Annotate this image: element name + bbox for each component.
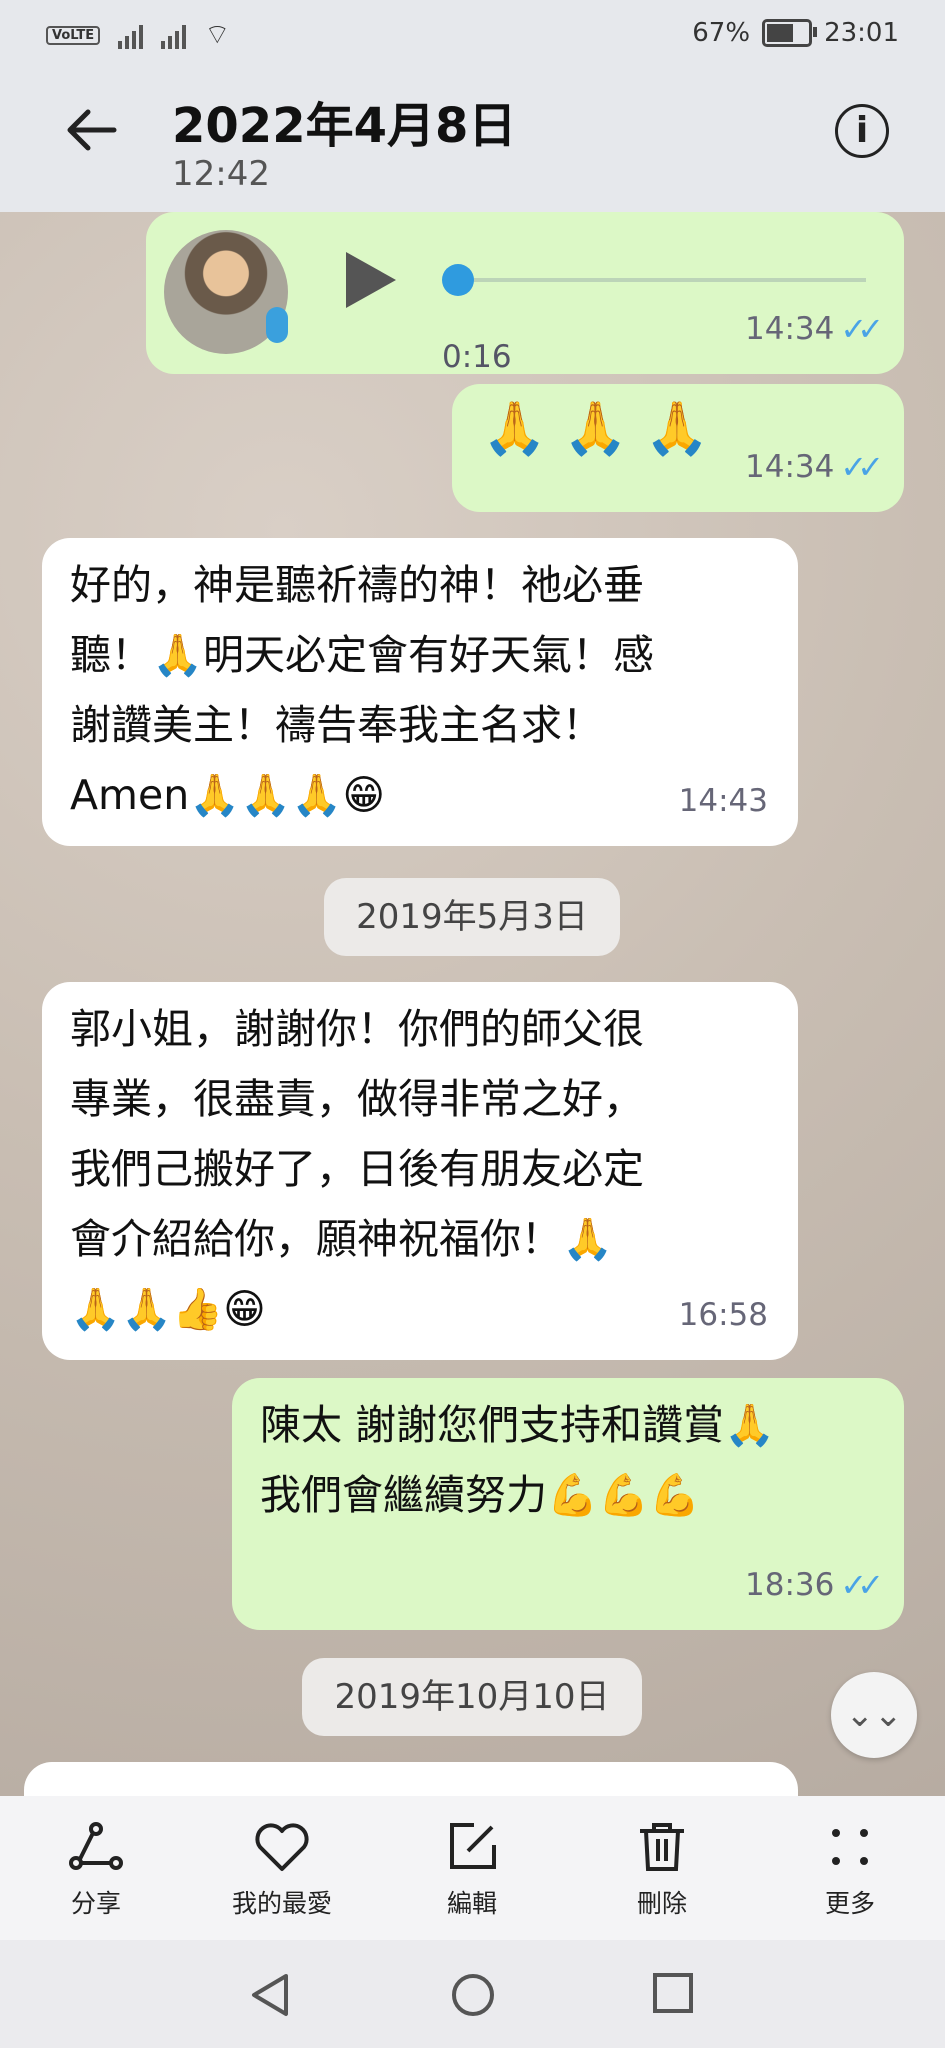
status-bar: VoLTE ⌔ 67% 23:01 <box>0 0 945 66</box>
nav-recents-icon[interactable] <box>652 1972 694 2014</box>
message-line: 陳太 謝謝您們支持和讚賞🙏 <box>260 1401 776 1449</box>
more-icon <box>780 1814 920 1880</box>
nav-back-icon[interactable] <box>248 1972 292 2018</box>
share-icon <box>26 1814 166 1880</box>
voice-duration: 0:16 <box>442 339 512 375</box>
action-label: 刪除 <box>636 1889 687 1918</box>
wifi-icon: ⌔ <box>204 18 231 51</box>
back-arrow-icon[interactable] <box>62 100 122 160</box>
message-line: 聽！🙏明天必定會有好天氣！感 <box>70 631 655 679</box>
header-subtitle: 12:42 <box>172 154 270 194</box>
message-line: 郭小姐，謝謝你！你們的師父很 <box>70 1005 644 1053</box>
message-time: 16:58 <box>679 1280 768 1350</box>
action-bar: 分享 我的最愛 編輯 刪除 更多 <box>0 1796 945 1940</box>
read-ticks-icon: ✓✓ <box>840 310 884 348</box>
trash-icon <box>592 1814 732 1880</box>
message-line: 我們會繼續努力💪💪💪 <box>260 1471 701 1519</box>
battery-percent: 67% <box>692 18 751 48</box>
chat-header: 2022年4月8日 12:42 i <box>0 66 945 212</box>
message-time: 14:34 ✓✓ <box>745 432 884 502</box>
mic-icon <box>266 307 288 343</box>
volte-badge: VoLTE <box>46 26 101 45</box>
read-ticks-icon: ✓✓ <box>840 448 884 486</box>
edit-button[interactable]: 編輯 <box>402 1814 542 1920</box>
status-right: 67% 23:01 <box>692 18 899 48</box>
message-time: 14:43 <box>679 766 768 836</box>
message-line: 好的，神是聽祈禱的神！祂必垂 <box>70 561 644 609</box>
message-bubble-partial[interactable] <box>24 1762 798 1796</box>
voice-message[interactable]: 0:16 14:34 ✓✓ <box>146 212 904 375</box>
message-line: Amen🙏🙏🙏😁 <box>70 771 386 819</box>
play-icon[interactable] <box>346 252 396 308</box>
chat-area: 0:16 14:34 ✓✓ 🙏 🙏 🙏 14:34 ✓✓ 好的，神是聽祈禱的神！祂必… <box>0 212 945 1796</box>
more-button[interactable]: 更多 <box>780 1814 920 1920</box>
message-line: 我們己搬好了，日後有朋友必定 <box>70 1145 644 1193</box>
heart-icon <box>212 1814 352 1880</box>
signal-icon-2 <box>161 23 187 49</box>
edit-icon <box>402 1814 542 1880</box>
share-button[interactable]: 分享 <box>26 1814 166 1920</box>
date-separator: 2019年10月10日 <box>302 1658 642 1736</box>
scroll-down-icon[interactable]: ⌄⌄ <box>831 1672 917 1758</box>
battery-icon <box>762 19 818 47</box>
message-bubble[interactable]: 郭小姐，謝謝你！你們的師父很 專業，很盡責，做得非常之好， 我們己搬好了，日後有… <box>42 982 798 1360</box>
nav-home-icon[interactable] <box>450 1972 496 2018</box>
time-text: 18:36 <box>745 1567 835 1603</box>
message-line: 🙏🙏👍😁 <box>70 1285 266 1333</box>
message-time: 14:34 ✓✓ <box>745 294 884 364</box>
delete-button[interactable]: 刪除 <box>592 1814 732 1920</box>
action-label: 編輯 <box>446 1889 497 1918</box>
message-bubble[interactable]: 🙏 🙏 🙏 14:34 ✓✓ <box>452 384 904 512</box>
action-label: 更多 <box>824 1889 875 1918</box>
audio-scrubber[interactable] <box>442 264 474 296</box>
date-separator: 2019年5月3日 <box>324 878 620 956</box>
read-ticks-icon: ✓✓ <box>840 1566 884 1604</box>
info-icon[interactable]: i <box>835 104 889 158</box>
time-text: 14:34 <box>745 311 835 347</box>
message-time: 18:36 ✓✓ <box>745 1550 884 1620</box>
time-text: 14:34 <box>745 449 835 485</box>
message-bubble[interactable]: 好的，神是聽祈禱的神！祂必垂 聽！🙏明天必定會有好天氣！感 謝讚美主！禱告奉我主… <box>42 538 798 846</box>
time-text: 16:58 <box>678 1297 768 1333</box>
time-text: 14:43 <box>678 783 768 819</box>
favorite-button[interactable]: 我的最愛 <box>212 1814 352 1920</box>
audio-track[interactable] <box>446 278 866 282</box>
header-title: 2022年4月8日 <box>172 98 517 154</box>
navigation-bar <box>0 1940 945 2048</box>
signal-icon <box>118 23 144 49</box>
message-text: 🙏 🙏 🙏 <box>482 399 710 459</box>
message-line: 會介紹給你，願神祝福你！🙏 <box>70 1215 614 1263</box>
clock: 23:01 <box>824 18 899 48</box>
status-left: VoLTE ⌔ <box>46 18 231 53</box>
message-bubble[interactable]: 陳太 謝謝您們支持和讚賞🙏 我們會繼續努力💪💪💪 18:36 ✓✓ <box>232 1378 904 1630</box>
message-line: 謝讚美主！禱告奉我主名求！ <box>70 701 603 749</box>
message-line: 專業，很盡責，做得非常之好， <box>70 1075 644 1123</box>
action-label: 分享 <box>70 1889 121 1918</box>
action-label: 我的最愛 <box>231 1889 332 1918</box>
